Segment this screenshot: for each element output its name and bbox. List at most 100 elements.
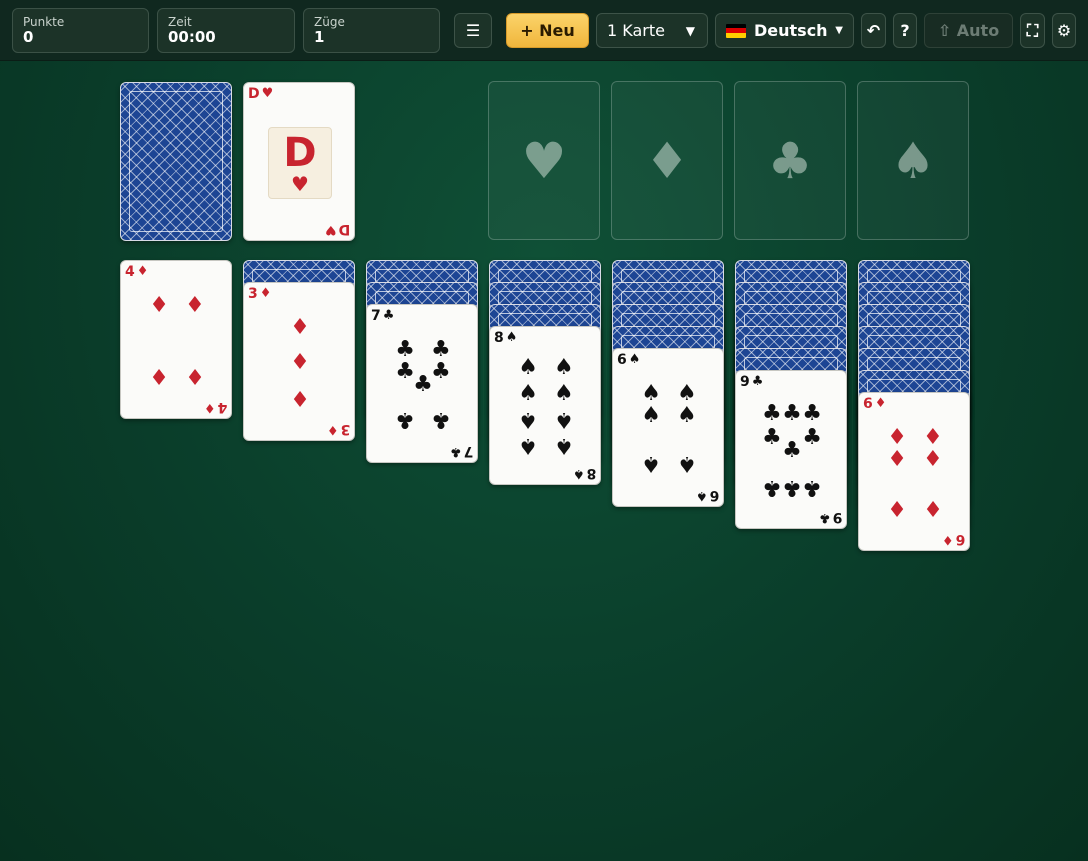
points-display: Punkte 0: [12, 8, 149, 53]
card-corner: 7 ♣: [371, 308, 395, 324]
suit-pip: ♦: [290, 385, 310, 411]
suit-pip: ♣: [395, 336, 415, 362]
tableau-card[interactable]: 6 ♠ ♠ ♠ ♠ ♠ ♠ ♠ 6 ♠: [612, 348, 724, 507]
face-card-image: D ♥: [268, 127, 332, 199]
card-corner: D ♥: [324, 221, 350, 237]
draw-mode-value: 1 Karte: [607, 21, 665, 40]
card-corner: 8 ♠: [494, 330, 518, 346]
language-value: Deutsch: [754, 21, 828, 40]
suit-pip: ♣: [431, 407, 451, 433]
settings-button[interactable]: ⚙: [1052, 13, 1076, 48]
suit-pip: ♣: [761, 424, 782, 450]
suit-pip: ♣: [413, 371, 433, 397]
suit-pip: ♠: [518, 355, 538, 381]
auto-button[interactable]: ⇧ Auto: [924, 13, 1013, 48]
suit-pip: ♠: [554, 380, 574, 406]
fullscreen-icon: ⛶: [1026, 20, 1039, 40]
suit-pip: ♠: [677, 451, 697, 477]
time-label: Zeit: [168, 15, 192, 29]
language-select[interactable]: Deutsch ▼: [715, 13, 854, 48]
foundation-diamonds[interactable]: ♦: [611, 81, 723, 240]
suit-pip: ♠: [641, 402, 661, 428]
suit-pip: ♦: [290, 314, 310, 340]
tableau-card[interactable]: 6 ♦ ♦ ♦ ♦ ♦ ♦ ♦ 6 ♦: [858, 392, 970, 551]
suit-pip: ♠: [554, 432, 574, 458]
suit-pip: ♦: [185, 363, 205, 389]
suit-pip: ♣: [782, 437, 802, 463]
suit-pip: ♣: [802, 475, 823, 501]
suit-pip: ♣: [782, 400, 802, 426]
card-corner: 6 ♦: [863, 396, 887, 412]
diamond-icon: ♦: [644, 131, 690, 190]
suit-pip: ♦: [923, 495, 943, 521]
card-corner: 4 ♦: [125, 264, 149, 280]
suit-pip: ♠: [518, 380, 538, 406]
card-corner: 3 ♦: [248, 286, 272, 302]
suit-pip: ♣: [802, 424, 823, 450]
menu-button[interactable]: ☰: [454, 13, 492, 48]
suit-pip: ♣: [395, 407, 415, 433]
suit-pip: ♠: [554, 407, 574, 433]
foundation-clubs[interactable]: ♣: [734, 81, 846, 240]
suit-pip: ♣: [395, 358, 415, 384]
suit-pip: ♦: [923, 446, 943, 472]
suit-pip: ♣: [761, 400, 782, 426]
foundation-hearts[interactable]: ♥: [488, 81, 600, 240]
points-label: Punkte: [23, 15, 65, 29]
tableau-card[interactable]: 4 ♦ ♦ ♦ ♦ ♦ 4 ♦: [120, 260, 232, 419]
suit-pip: ♣: [782, 475, 802, 501]
draw-mode-select[interactable]: 1 Karte ▼: [596, 13, 708, 48]
suit-pip: ♣: [431, 358, 451, 384]
chevron-down-icon: ▼: [685, 24, 695, 38]
card-corner: 6 ♠: [695, 487, 719, 503]
top-bar: Punkte 0 Zeit 00:00 Züge 1 ☰ + Neu 1 Kar…: [0, 0, 1088, 61]
card-corner: 8 ♠: [572, 465, 596, 481]
waste-card[interactable]: D ♥ D ♥ D ♥: [243, 82, 355, 241]
suit-pip: ♠: [677, 402, 697, 428]
card-corner: 6 ♠: [617, 352, 641, 368]
german-flag-icon: [726, 23, 746, 38]
chevron-down-icon: ▼: [835, 25, 843, 36]
tableau-card[interactable]: 8 ♠ ♠ ♠ ♠ ♠ ♠ ♠ ♠ ♠ 8 ♠: [489, 326, 601, 485]
points-value: 0: [23, 28, 34, 46]
suit-pip: ♠: [518, 432, 538, 458]
undo-icon: ↶: [866, 21, 881, 40]
tableau-card[interactable]: 3 ♦ ♦ ♦ ♦ 3 ♦: [243, 282, 355, 441]
fullscreen-button[interactable]: ⛶: [1020, 13, 1045, 48]
gear-icon: ⚙: [1056, 21, 1072, 40]
spade-icon: ♠: [890, 131, 936, 190]
suit-pip: ♠: [518, 407, 538, 433]
card-corner: 3 ♦: [326, 421, 350, 437]
foundation-spades[interactable]: ♠: [857, 81, 969, 240]
card-corner: 7 ♣: [449, 443, 473, 459]
card-corner: 9 ♣: [818, 509, 842, 525]
club-icon: ♣: [767, 131, 813, 190]
suit-pip: ♦: [923, 424, 943, 450]
time-value: 00:00: [168, 28, 216, 46]
suit-pip: ♠: [554, 355, 574, 381]
suit-pip: ♦: [149, 363, 169, 389]
tableau-card[interactable]: 9 ♣ ♣ ♣ ♣ ♣ ♣ ♣ ♣ ♣ ♣ 9 ♣: [735, 370, 847, 529]
suit-pip: ♦: [887, 446, 907, 472]
suit-pip: ♣: [761, 475, 782, 501]
stock-pile[interactable]: [120, 82, 232, 241]
suit-pip: ♠: [677, 380, 697, 406]
suit-pip: ♦: [185, 292, 205, 318]
menu-icon: ☰: [465, 21, 481, 40]
card-corner: 4 ♦: [203, 399, 227, 415]
time-display: Zeit 00:00: [157, 8, 295, 53]
tableau-card[interactable]: 7 ♣ ♣ ♣ ♣ ♣ ♣ ♣ ♣ 7 ♣: [366, 304, 478, 463]
moves-value: 1: [314, 28, 325, 46]
card-corner: 6 ♦: [941, 531, 965, 547]
moves-label: Züge: [314, 15, 345, 29]
suit-pip: ♣: [431, 336, 451, 362]
suit-pip: ♠: [641, 380, 661, 406]
card-corner: D ♥: [248, 86, 274, 102]
suit-pip: ♦: [149, 292, 169, 318]
help-button[interactable]: ?: [893, 13, 917, 48]
suit-pip: ♦: [887, 424, 907, 450]
new-game-button[interactable]: + Neu: [506, 13, 589, 48]
undo-button[interactable]: ↶: [861, 13, 886, 48]
suit-pip: ♣: [802, 400, 823, 426]
suit-pip: ♠: [641, 451, 661, 477]
